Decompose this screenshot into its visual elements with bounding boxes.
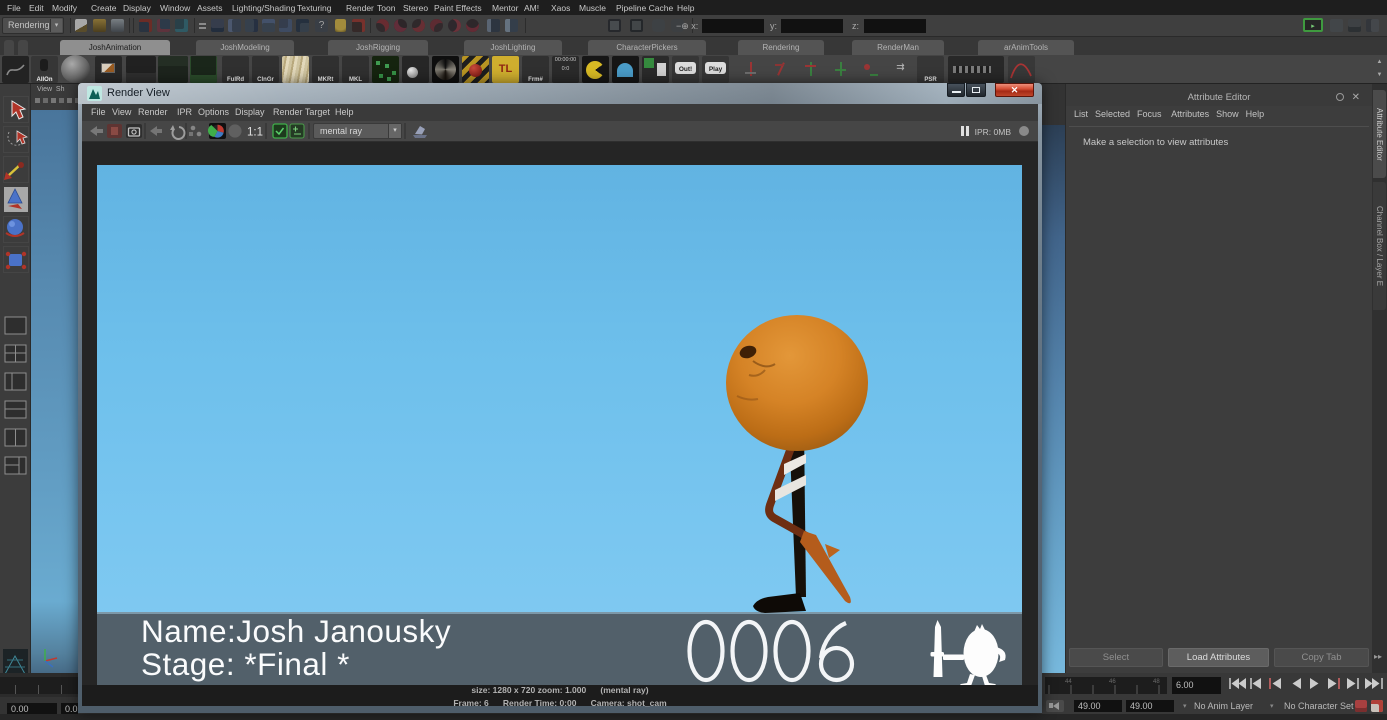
svg-text:44: 44 (1065, 679, 1072, 685)
svg-text:48: 48 (1153, 679, 1160, 685)
svg-text:1:1: 1:1 (247, 127, 263, 139)
svg-text:46: 46 (1109, 679, 1116, 685)
